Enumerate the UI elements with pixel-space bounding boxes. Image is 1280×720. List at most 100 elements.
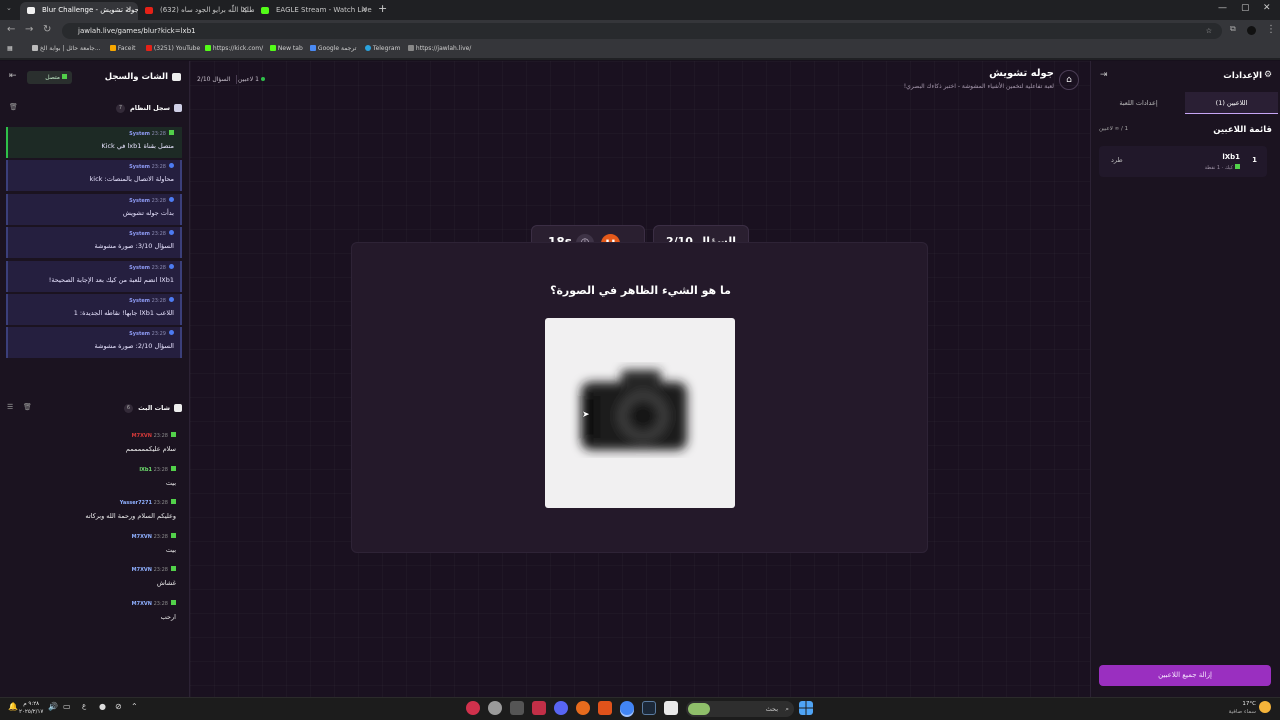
menu-icon[interactable]: ⋮: [1266, 24, 1276, 35]
taskbar-app-icon[interactable]: [510, 701, 524, 715]
apps-icon[interactable]: ▦: [7, 45, 13, 52]
message-text: وعليكم السلام ورحمة الله وبركاته: [85, 512, 176, 521]
remove-all-players-button[interactable]: إزالة جميع اللاعبين: [1099, 665, 1271, 686]
message-time: 23:29: [151, 331, 166, 338]
back-icon[interactable]: ←: [7, 24, 15, 35]
close-icon[interactable]: ✕: [361, 2, 368, 18]
gear-icon: ⚙: [1264, 70, 1273, 80]
chat-username[interactable]: lXb1: [139, 467, 152, 473]
minimize-button[interactable]: —: [1218, 3, 1227, 13]
bookmark-newtab[interactable]: New tab: [268, 45, 303, 52]
filter-icon[interactable]: ☰: [7, 403, 13, 411]
close-icon[interactable]: ✕: [241, 2, 248, 18]
collapse-panel-icon[interactable]: ⇤: [9, 71, 17, 81]
trash-icon[interactable]: 🗑: [9, 103, 18, 111]
new-tab-button[interactable]: +: [378, 2, 387, 15]
forward-icon[interactable]: →: [25, 24, 33, 35]
browser-tab-youtube[interactable]: (632) حنا طلينا اللّه برايو الجود ساه...…: [138, 2, 254, 20]
browser-tab-blur[interactable]: Blur Challenge - جوله تشويش | ✕: [20, 2, 138, 20]
blurred-camera-icon: [581, 370, 687, 450]
maximize-button[interactable]: ▢: [1241, 3, 1250, 13]
tab-search-icon[interactable]: ⌄: [6, 4, 12, 12]
chat-username[interactable]: M7XVN: [132, 567, 152, 573]
language-indicator[interactable]: ع: [82, 702, 86, 710]
kick-player-button[interactable]: طرد: [1111, 156, 1123, 164]
system-dot-icon: [169, 230, 174, 236]
bookmark-translate[interactable]: Google ترجمة: [308, 45, 356, 52]
player-meta: كيك · 1 نقطة: [1205, 164, 1240, 171]
bookmark-jawlah[interactable]: https://jawlah.live/: [406, 45, 471, 52]
chat-bubble-icon: [174, 404, 182, 412]
system-dot-icon: [169, 196, 174, 202]
start-button[interactable]: [799, 701, 813, 715]
bookmark-telegram[interactable]: Telegram: [363, 45, 400, 52]
kick-icon: [1235, 164, 1240, 169]
bookmark-youtube[interactable]: (3251) YouTube: [144, 45, 200, 52]
volume-icon[interactable]: 🔊: [48, 702, 58, 711]
system-log-count: 7: [116, 104, 125, 113]
bookmark-kick[interactable]: https://kick.com/: [203, 45, 263, 52]
microphone-icon[interactable]: ●: [99, 702, 106, 711]
message-time: 23:28: [151, 231, 166, 238]
collapse-panel-icon[interactable]: ⇥: [1100, 70, 1108, 80]
clock[interactable]: ٩:٢٨ م ٢٠٢٥/٢/١٧: [19, 700, 43, 716]
tab-label: Blur Challenge - جوله تشويش |: [42, 6, 138, 14]
kick-icon: [62, 74, 67, 79]
kick-icon: [169, 130, 174, 135]
show-hidden-icons[interactable]: ⌃: [131, 702, 138, 711]
message-text: غشاش: [156, 579, 176, 588]
message-meta: System 23:29: [14, 330, 174, 339]
firefox-icon[interactable]: [576, 701, 590, 715]
message-time: 23:28: [151, 197, 166, 204]
steam-icon[interactable]: [642, 701, 656, 715]
network-icon[interactable]: ⊘: [115, 702, 122, 711]
star-icon[interactable]: ☆: [1206, 23, 1212, 39]
file-explorer-icon[interactable]: [664, 701, 678, 715]
tab-game-settings[interactable]: إعدادات اللعبة: [1092, 92, 1185, 114]
message-meta: System 23:28: [14, 263, 174, 273]
browser-tab-kick[interactable]: EAGLE Stream - Watch Live on Kick ✕: [254, 2, 374, 20]
taskbar-search[interactable]: ⌕ بحث: [686, 701, 794, 717]
message-sender: System: [129, 164, 150, 171]
chat-username[interactable]: Yasser7271: [120, 500, 152, 506]
kick-icon: [171, 600, 176, 605]
message-time: 23:28: [151, 164, 166, 171]
brave-icon[interactable]: [598, 701, 612, 715]
chrome-icon[interactable]: [620, 701, 634, 715]
settings-tabs: اللاعبين (1) إعدادات اللعبة: [1092, 92, 1278, 114]
reload-icon[interactable]: ↻: [43, 24, 51, 35]
close-icon[interactable]: ✕: [125, 2, 132, 18]
message-text: اللاعب lXb1 جابها! نقاطه الجديدة: 1: [73, 309, 174, 317]
kick-icon: [171, 432, 176, 437]
message-time: 23:28: [153, 567, 168, 574]
chat-panel-title: الشات والسجل: [104, 72, 168, 82]
search-icon: ⌕: [785, 705, 789, 713]
chat-message: M7XVN 23:28 سلام عليكمممممم: [6, 432, 182, 453]
extensions-icon[interactable]: ⧉: [1230, 24, 1236, 34]
trash-icon[interactable]: 🗑: [23, 403, 32, 411]
chat-username[interactable]: M7XVN: [132, 534, 152, 540]
chat-message: Yasser7271 23:28 وعليكم السلام ورحمة الله…: [6, 499, 182, 520]
taskbar-app-icon[interactable]: [532, 701, 546, 715]
discord-icon[interactable]: [554, 701, 568, 715]
chat-username[interactable]: M7XVN: [132, 601, 152, 607]
close-window-button[interactable]: ✕: [1263, 3, 1271, 13]
weather-widget[interactable]: 17°C سماء صافية: [1218, 700, 1256, 716]
chat-username[interactable]: M7XVN: [132, 433, 152, 439]
bookmark-faceit[interactable]: Faceit: [108, 45, 136, 52]
message-time: 23:28: [151, 264, 166, 271]
home-button[interactable]: ⌂: [1059, 70, 1079, 90]
system-log-item: System 23:28 متصل بقناة lxb1 في Kick: [6, 127, 182, 158]
battery-icon[interactable]: ▭: [63, 702, 71, 711]
taskbar-app-icon[interactable]: [466, 701, 480, 715]
tab-players[interactable]: اللاعبين (1): [1185, 92, 1278, 114]
chat-message: M7XVN 23:28 ارحب: [6, 600, 182, 621]
notification-bell-icon[interactable]: 🔔: [8, 702, 18, 711]
system-log-item: System 23:29 السؤال 2/10: صورة مشوشة: [6, 327, 182, 359]
profile-avatar[interactable]: [1247, 26, 1256, 35]
bookmark-uoh[interactable]: جامعة حائل | بوابة الخ...: [30, 45, 101, 52]
connection-status: متصل: [45, 74, 60, 81]
taskbar-app-icon[interactable]: [488, 701, 502, 715]
tab-label: EAGLE Stream - Watch Live on Kick: [276, 6, 374, 14]
url-input[interactable]: jawlah.live/games/blur?kick=lxb1 ☆: [62, 23, 1222, 39]
